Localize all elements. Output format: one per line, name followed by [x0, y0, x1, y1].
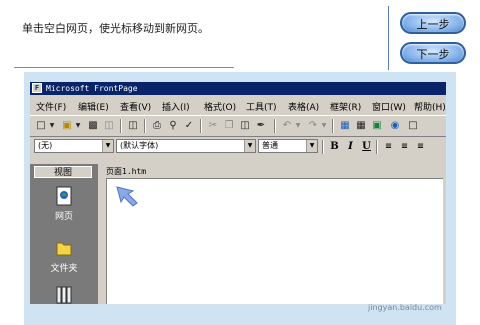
- menu-help[interactable]: 帮助(H): [414, 100, 446, 113]
- paste-icon[interactable]: ◫: [238, 119, 252, 132]
- undo-dropdown-icon[interactable]: ▼: [294, 119, 302, 132]
- insert-component-icon[interactable]: ▦: [338, 119, 352, 132]
- formatting-toolbar: (无) ▼ (默认字体) ▼ 普通 ▼ B I U ≡ ≡ ≡: [30, 137, 446, 155]
- align-left-icon[interactable]: ≡: [382, 140, 395, 153]
- redo-dropdown-icon[interactable]: ▼: [320, 119, 328, 132]
- menu-bar: 文件(F) 编辑(E) 查看(V) 插入(I) 格式(O) 工具(T) 表格(A…: [30, 98, 446, 113]
- font-value: (默认字体): [120, 141, 159, 150]
- new-dropdown-icon[interactable]: ▼: [48, 119, 56, 132]
- views-header: 视图: [34, 166, 92, 178]
- window-title: Microsoft FrontPage: [46, 84, 138, 93]
- next-step-button[interactable]: 下一步: [400, 42, 466, 64]
- watermark-url: jingyan.baidu.com: [368, 303, 442, 312]
- italic-button[interactable]: I: [344, 140, 357, 153]
- bold-button[interactable]: B: [328, 140, 341, 153]
- toolbar-separator: [376, 140, 378, 154]
- underline-button[interactable]: U: [360, 140, 373, 153]
- pointer-arrow-icon: [116, 186, 138, 207]
- vertical-divider: [388, 6, 389, 70]
- instruction-text: 单击空白网页，使光标移动到新网页。: [22, 22, 209, 35]
- menu-edit[interactable]: 编辑(E): [78, 100, 109, 113]
- reports-icon: [56, 286, 72, 304]
- chevron-down-icon: ▼: [102, 140, 113, 152]
- chevron-down-icon: ▼: [306, 140, 317, 152]
- chevron-down-icon: ▼: [244, 140, 255, 152]
- menu-view[interactable]: 查看(V): [120, 100, 151, 113]
- frontpage-window: F Microsoft FrontPage 文件(F) 编辑(E) 查看(V) …: [30, 82, 446, 304]
- view-folders[interactable]: 文件夹: [40, 238, 88, 274]
- insert-table-icon[interactable]: ▦: [354, 119, 368, 132]
- style-value: (无): [38, 141, 53, 150]
- toolbar-separator: [144, 119, 146, 133]
- standard-toolbar: □ ▼ ▣ ▼ ▩ ◫ ◫ ⎙ ⚲ ✓ ✂ ❐ ◫ ✒ ↶ ▼ ↷ ▼ ▦ ▦ …: [30, 115, 446, 137]
- toolbar-separator: [322, 140, 324, 154]
- font-size-value: 普通: [262, 141, 278, 150]
- hyperlink-icon[interactable]: ◉: [388, 119, 402, 132]
- menu-frames[interactable]: 框架(R): [330, 100, 361, 113]
- instruction-underline: [14, 67, 234, 68]
- save-icon[interactable]: ▩: [86, 119, 100, 132]
- redo-icon[interactable]: ↷: [306, 119, 320, 132]
- view-reports[interactable]: [40, 284, 88, 304]
- align-center-icon[interactable]: ≡: [398, 140, 411, 153]
- format-painter-icon[interactable]: ✒: [254, 119, 268, 132]
- folder-list-icon[interactable]: ◫: [126, 119, 140, 132]
- menu-file[interactable]: 文件(F): [36, 100, 66, 113]
- frontpage-app-icon: F: [32, 83, 42, 93]
- print-icon[interactable]: ⎙: [150, 119, 164, 132]
- title-bar: F Microsoft FrontPage: [30, 82, 446, 95]
- open-dropdown-icon[interactable]: ▼: [74, 119, 82, 132]
- publish-icon[interactable]: ◫: [102, 119, 116, 132]
- menu-insert[interactable]: 插入(I): [162, 100, 190, 113]
- align-right-icon[interactable]: ≡: [414, 140, 427, 153]
- toolbar-separator: [200, 119, 202, 133]
- insert-picture-icon[interactable]: ▣: [370, 119, 384, 132]
- views-bar: 视图 网页 文件夹: [30, 164, 98, 304]
- copy-icon[interactable]: ❐: [222, 119, 236, 132]
- view-folders-label: 文件夹: [50, 264, 78, 274]
- undo-icon[interactable]: ↶: [280, 119, 294, 132]
- refresh-icon[interactable]: □: [406, 119, 420, 132]
- new-page-icon[interactable]: □: [34, 119, 48, 132]
- menu-format[interactable]: 格式(O): [204, 100, 236, 113]
- watermark-brand: Bai 经验: [362, 284, 429, 303]
- toolbar-separator: [274, 119, 276, 133]
- open-folder-icon[interactable]: ▣: [60, 119, 74, 132]
- menu-window[interactable]: 窗口(W): [372, 100, 406, 113]
- menu-table[interactable]: 表格(A): [288, 100, 319, 113]
- spelling-icon[interactable]: ✓: [182, 119, 196, 132]
- cut-icon[interactable]: ✂: [206, 119, 220, 132]
- menu-tools[interactable]: 工具(T): [246, 100, 277, 113]
- style-select[interactable]: (无) ▼: [34, 139, 114, 153]
- toolbar-separator: [332, 119, 334, 133]
- view-page-label: 网页: [54, 212, 73, 222]
- document-tab[interactable]: 页面1.htm: [106, 166, 146, 177]
- font-size-select[interactable]: 普通 ▼: [258, 139, 318, 153]
- folder-icon: [56, 242, 72, 256]
- previous-step-button[interactable]: 上一步: [400, 12, 466, 34]
- font-select[interactable]: (默认字体) ▼: [116, 139, 256, 153]
- toolbar-separator: [120, 119, 122, 133]
- preview-icon[interactable]: ⚲: [166, 119, 180, 132]
- page-view-icon: [56, 186, 72, 206]
- view-page[interactable]: 网页: [40, 186, 88, 222]
